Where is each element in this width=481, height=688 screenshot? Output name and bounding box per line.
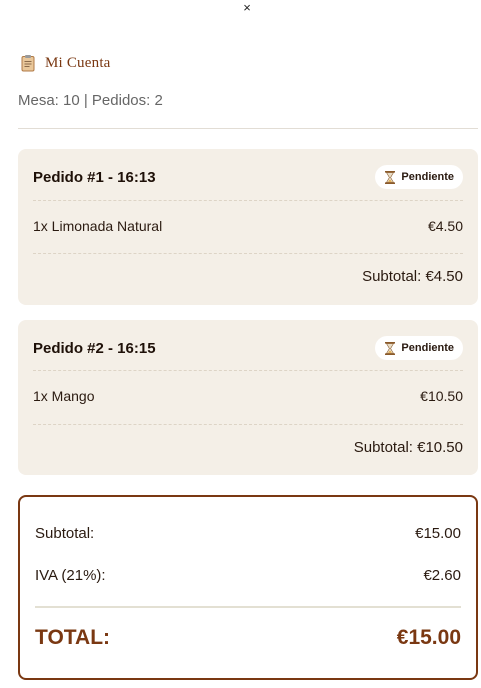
iva-label: IVA (21%): bbox=[35, 567, 106, 584]
hourglass-icon bbox=[385, 170, 396, 184]
status-label: Pendiente bbox=[401, 171, 454, 183]
totals-divider bbox=[35, 606, 461, 608]
total-label: TOTAL: bbox=[35, 626, 111, 649]
item-label: 1x Mango bbox=[33, 388, 95, 404]
page-title: Mi Cuenta bbox=[45, 54, 111, 71]
order-divider bbox=[33, 200, 463, 201]
order-subtotal: Subtotal: €10.50 bbox=[353, 439, 463, 456]
order-divider bbox=[33, 253, 463, 254]
iva-value: €2.60 bbox=[423, 567, 461, 584]
total-row: TOTAL: €15.00 bbox=[35, 626, 461, 650]
close-button[interactable]: × bbox=[240, 1, 254, 15]
total-value: €15.00 bbox=[396, 626, 461, 649]
page-header: Mi Cuenta bbox=[19, 54, 111, 72]
hourglass-icon bbox=[385, 341, 396, 355]
order-item: 1x Mango €10.50 bbox=[33, 388, 463, 404]
order-item: 1x Limonada Natural €4.50 bbox=[33, 218, 463, 234]
status-label: Pendiente bbox=[401, 342, 454, 354]
subtotal-label: Subtotal: bbox=[35, 525, 95, 542]
item-label: 1x Limonada Natural bbox=[33, 218, 163, 234]
order-card: Pedido #1 - 16:13 Pendiente 1x Limonada … bbox=[18, 149, 478, 305]
item-price: €4.50 bbox=[427, 218, 463, 234]
order-title: Pedido #1 - 16:13 bbox=[33, 168, 156, 186]
subtotal-row: Subtotal: €15.00 bbox=[35, 525, 461, 542]
item-price: €10.50 bbox=[420, 388, 463, 404]
clipboard-icon bbox=[19, 54, 37, 72]
order-header: Pedido #1 - 16:13 Pendiente bbox=[33, 163, 463, 191]
table-order-info: Mesa: 10 | Pedidos: 2 bbox=[18, 92, 163, 109]
order-header: Pedido #2 - 16:15 Pendiente bbox=[33, 334, 463, 362]
order-title: Pedido #2 - 16:15 bbox=[33, 339, 156, 357]
status-badge: Pendiente bbox=[375, 165, 463, 189]
order-subtotal: Subtotal: €4.50 bbox=[362, 268, 463, 285]
order-divider bbox=[33, 370, 463, 371]
status-badge: Pendiente bbox=[375, 336, 463, 360]
iva-row: IVA (21%): €2.60 bbox=[35, 567, 461, 584]
subtotal-value: €15.00 bbox=[415, 525, 461, 542]
header-divider bbox=[18, 128, 478, 129]
order-card: Pedido #2 - 16:15 Pendiente 1x Mango €10… bbox=[18, 320, 478, 475]
order-divider bbox=[33, 424, 463, 425]
bill-totals: Subtotal: €15.00 IVA (21%): €2.60 TOTAL:… bbox=[18, 495, 478, 680]
